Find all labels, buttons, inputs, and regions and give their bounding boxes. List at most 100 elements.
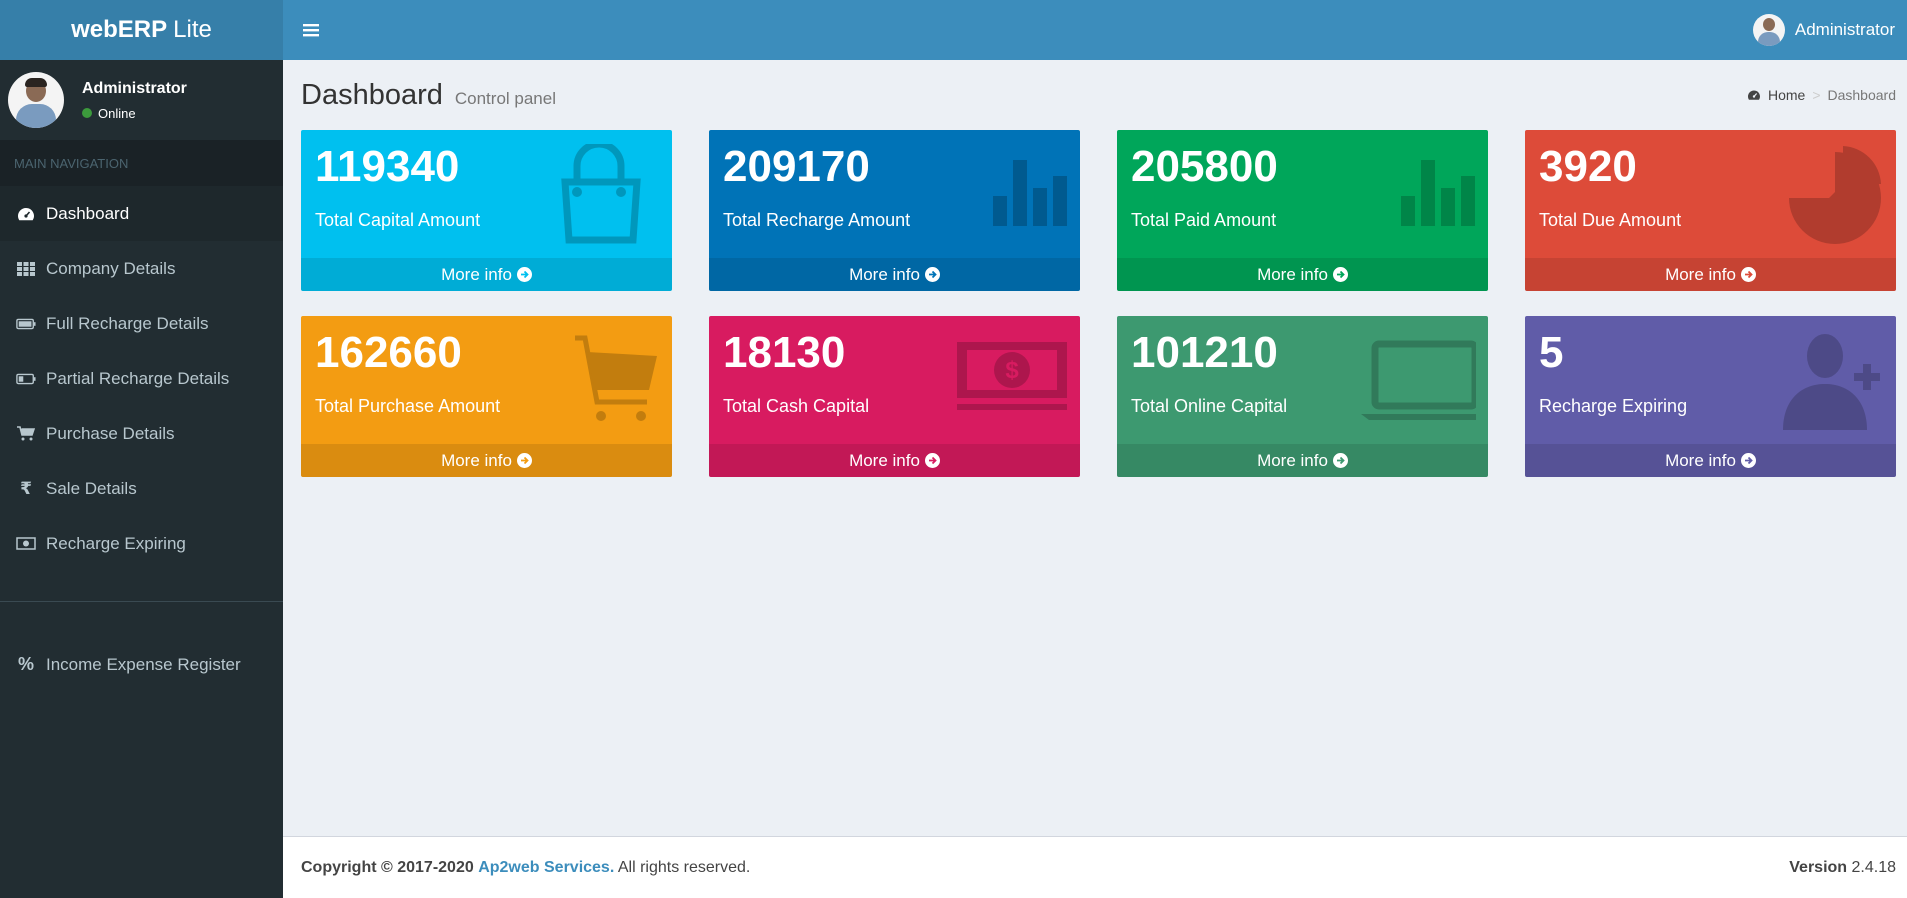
arrow-circle-right-icon [924,453,940,468]
battery-full-icon [16,318,36,330]
dashboard-icon [16,206,36,222]
bar-chart-icon [1401,160,1475,226]
more-info-label: More info [441,264,512,284]
sidebar-item-label: Purchase Details [46,423,175,443]
stat-box-recharge: 209170 Total Recharge Amount More info [709,130,1080,291]
stat-label: Total Recharge Amount [723,210,911,230]
stat-label: Total Capital Amount [315,210,481,230]
stat-value: 101210 [1131,328,1278,377]
stat-label: Recharge Expiring [1539,396,1688,416]
sidebar-item-label: Dashboard [46,203,130,223]
nav-divider [0,601,283,602]
more-info-link[interactable]: More info [301,444,672,477]
breadcrumb-home-link[interactable]: Home [1768,87,1805,103]
stat-value: 5 [1539,328,1564,377]
breadcrumb-current: Dashboard [1827,87,1897,103]
sidebar-item-label: Recharge Expiring [46,533,186,553]
user-menu[interactable]: Administrator [1752,14,1907,46]
stat-box-capital: 119340 Total Capital Amount More info [301,130,672,291]
arrow-circle-right-icon [516,267,532,282]
more-info-link[interactable]: More info [709,444,1080,477]
stat-box-grid: 119340 Total Capital Amount More info 20… [301,130,1896,477]
sidebar-item-label: Partial Recharge Details [46,368,230,388]
more-info-label: More info [1257,450,1328,470]
more-info-link[interactable]: More info [1117,258,1488,291]
user-plus-icon [1783,334,1880,430]
stat-box-due: 3920 Total Due Amount More info [1525,130,1896,291]
sidebar-item-sale-details[interactable]: ₹ Sale Details [0,461,283,516]
more-info-link[interactable]: More info [1525,444,1896,477]
version: Version 2.4.18 [1789,859,1896,877]
sidebar-item-income-expense[interactable]: % Income Expense Register [0,637,283,692]
stat-label: Total Purchase Amount [315,396,501,416]
stat-label: Total Online Capital [1131,396,1288,416]
page-subtitle: Control panel [454,88,556,108]
stat-value: 3920 [1539,142,1637,191]
sidebar: webERP Lite Administrator Online MAIN NA… [0,0,283,898]
page-title-text: Dashboard [301,78,443,111]
laptop-icon [1361,340,1476,420]
stat-value: 162660 [315,328,462,377]
company-link[interactable]: Ap2web Services. [478,859,614,876]
stat-value: 209170 [723,142,870,191]
sidebar-item-purchase-details[interactable]: Purchase Details [0,406,283,461]
stat-value: 205800 [1131,142,1278,191]
bar-chart-icon [993,160,1067,226]
more-info-link[interactable]: More info [301,258,672,291]
page-header: Dashboard Control panel Home > Dashboard [301,60,1896,130]
more-info-link[interactable]: More info [1117,444,1488,477]
sidebar-toggle-button[interactable] [283,0,339,60]
rupee-icon: ₹ [20,478,32,498]
stat-box-expiring: 5 Recharge Expiring More info [1525,316,1896,477]
sidebar-item-partial-recharge[interactable]: Partial Recharge Details [0,351,283,406]
app-logo[interactable]: webERP Lite [0,0,283,60]
money-icon [16,537,36,550]
breadcrumb: Home > Dashboard [1747,87,1896,103]
page-title: Dashboard Control panel [301,79,556,112]
more-info-label: More info [1665,450,1736,470]
sidebar-item-company-details[interactable]: Company Details [0,241,283,296]
money-icon: $ [957,342,1067,410]
arrow-circle-right-icon [1740,453,1756,468]
more-info-label: More info [849,450,920,470]
copyright-text: Copyright © 2017-2020 [301,858,474,876]
online-dot-icon [82,108,92,118]
top-navbar: Administrator [283,0,1907,60]
more-info-label: More info [441,450,512,470]
stat-value: 119340 [315,142,460,191]
cart-icon [16,426,36,441]
more-info-link[interactable]: More info [1525,258,1896,291]
grid-icon [16,261,36,276]
user-status: Online [82,106,187,121]
sidebar-item-recharge-expiring[interactable]: Recharge Expiring [0,516,283,571]
arrow-circle-right-icon [924,267,940,282]
hamburger-icon [303,24,319,37]
user-panel: Administrator Online [0,60,283,140]
avatar [1752,14,1785,46]
more-info-label: More info [1665,264,1736,284]
more-info-link[interactable]: More info [709,258,1080,291]
more-info-label: More info [849,264,920,284]
version-label: Version [1789,858,1848,876]
sidebar-item-dashboard[interactable]: Dashboard [0,186,283,241]
logo-bold: webERP [71,16,168,43]
breadcrumb-separator: > [1812,87,1821,103]
rights-text: All rights reserved. [617,858,751,876]
arrow-circle-right-icon [516,453,532,468]
status-label: Online [98,105,136,121]
sidebar-item-label: Company Details [46,258,176,278]
cart-icon [575,335,657,421]
stat-box-online: 101210 Total Online Capital More info [1117,316,1488,477]
copyright: Copyright © 2017-2020 Ap2web Services. A… [301,859,750,877]
sidebar-item-label: Full Recharge Details [46,313,209,333]
svg-text:$: $ [1005,357,1019,384]
logo-light: Lite [173,16,212,43]
arrow-circle-right-icon [1332,267,1348,282]
arrow-circle-right-icon [1332,453,1348,468]
arrow-circle-right-icon [1740,267,1756,282]
app-root: webERP Lite Administrator Online MAIN NA… [0,0,1907,898]
sidebar-item-full-recharge[interactable]: Full Recharge Details [0,296,283,351]
stat-label: Total Cash Capital [723,396,870,416]
main-content: Dashboard Control panel Home > Dashboard… [283,60,1907,836]
user-name: Administrator [82,79,187,97]
